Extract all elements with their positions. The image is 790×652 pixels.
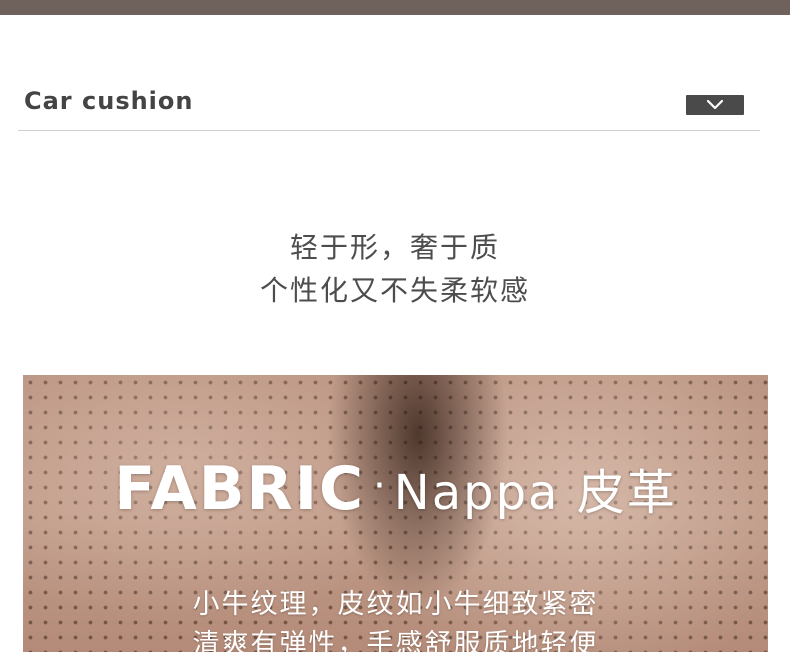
fabric-description: 小牛纹理，皮纹如小牛细致紧密 清爽有弹性，手感舒服质地轻便 [23, 585, 768, 652]
top-bar [0, 0, 790, 15]
tagline: 轻于形，奢于质 个性化又不失柔软感 [0, 226, 790, 312]
section-header: Car cushion [18, 78, 760, 131]
chevron-down-icon [706, 99, 724, 110]
fabric-title-main: FABRIC [114, 454, 366, 524]
fabric-title: FABRIC · Nappa 皮革 [23, 453, 768, 524]
tagline-line-2: 个性化又不失柔软感 [259, 274, 530, 307]
fabric-desc-line-2: 清爽有弹性，手感舒服质地轻便 [192, 629, 599, 652]
tagline-line-1: 轻于形，奢于质 [289, 231, 500, 264]
fabric-banner: FABRIC · Nappa 皮革 小牛纹理，皮纹如小牛细致紧密 清爽有弹性，手感舒… [23, 375, 768, 652]
fabric-desc-line-1: 小牛纹理，皮纹如小牛细致紧密 [192, 589, 599, 620]
fabric-title-separator: · [373, 463, 386, 509]
expand-toggle-button[interactable] [686, 95, 744, 115]
section-title: Car cushion [24, 87, 194, 115]
fabric-title-sub: Nappa 皮革 [393, 465, 677, 521]
